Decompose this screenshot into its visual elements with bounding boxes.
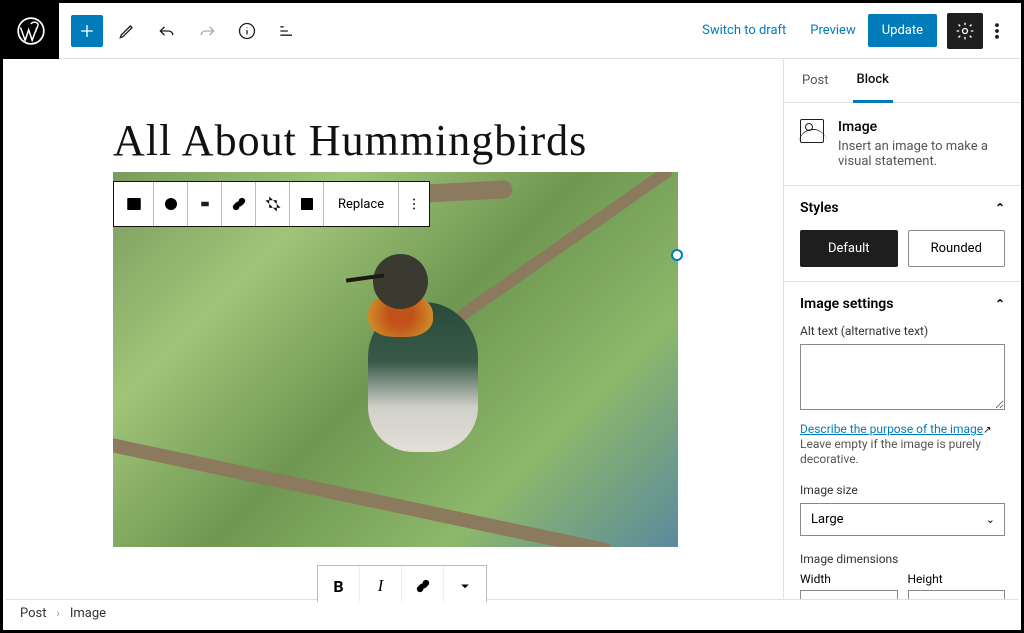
wordpress-icon [17,17,45,45]
block-type-button[interactable] [114,182,154,226]
undo-button[interactable] [151,15,183,47]
link-icon [414,577,432,595]
details-button[interactable] [231,15,263,47]
settings-button[interactable] [947,13,983,49]
post-title[interactable]: All About Hummingbirds [113,115,783,166]
crop-icon [264,195,282,213]
outline-button[interactable] [271,15,303,47]
image-size-select[interactable]: Large [800,503,1005,536]
image-icon [125,195,143,213]
align-button[interactable] [188,182,222,226]
link-button[interactable] [222,182,256,226]
align-icon [196,195,214,213]
caption-toolbar: B I [317,565,487,602]
alt-help-text: Leave empty if the image is purely decor… [800,437,981,466]
drag-icon [162,195,180,213]
switch-to-draft-button[interactable]: Switch to draft [690,15,798,46]
add-block-button[interactable] [71,15,103,47]
breadcrumb-footer: Post › Image [6,599,1018,627]
drag-handle[interactable] [154,182,188,226]
image-settings-label: Image settings [800,296,893,312]
external-link-icon: ↗ [983,425,991,436]
image-block-toolbar: Replace [113,181,430,227]
styles-section: Styles ⌃ Default Rounded [784,186,1021,282]
list-icon [277,21,297,41]
image-settings-heading[interactable]: Image settings ⌃ [800,296,1005,312]
more-vertical-icon [987,21,1007,41]
more-vertical-icon [405,195,423,213]
height-label: Height [908,572,1006,586]
describe-image-link[interactable]: Describe the purpose of the image [800,422,983,436]
editor-topbar: Switch to draft Preview Update [3,3,1021,59]
breadcrumb-post[interactable]: Post [20,606,47,621]
chevron-up-icon: ⌃ [995,297,1005,311]
editor-canvas[interactable]: All About Hummingbirds Replace [3,59,783,602]
redo-button[interactable] [191,15,223,47]
settings-sidebar: Post Block Image Insert an image to make… [783,59,1021,602]
styles-label: Styles [800,200,839,216]
block-more-button[interactable] [399,182,429,226]
image-dimensions-label: Image dimensions [800,552,1005,566]
tab-block[interactable]: Block [853,59,893,103]
image-block[interactable] [113,172,678,547]
image-icon [800,119,824,143]
text-overlay-button[interactable] [290,182,324,226]
style-rounded-button[interactable]: Rounded [908,230,1006,267]
plus-icon [77,21,97,41]
bold-button[interactable]: B [318,566,360,602]
italic-button[interactable]: I [360,566,402,602]
breadcrumb-image[interactable]: Image [70,606,106,621]
edit-mode-button[interactable] [111,15,143,47]
style-default-button[interactable]: Default [800,230,898,267]
preview-button[interactable]: Preview [798,15,867,46]
wordpress-logo[interactable] [3,3,59,59]
block-description-panel: Image Insert an image to make a visual s… [784,103,1021,186]
sidebar-tabs: Post Block [784,59,1021,103]
caption-link-button[interactable] [402,566,444,602]
styles-heading[interactable]: Styles ⌃ [800,200,1005,216]
more-options-button[interactable] [983,13,1011,49]
image-content [328,242,508,472]
undo-icon [157,21,177,41]
update-button[interactable]: Update [868,14,937,47]
replace-button[interactable]: Replace [324,182,399,226]
image-size-label: Image size [800,483,1005,497]
tab-post[interactable]: Post [798,59,833,103]
block-description: Insert an image to make a visual stateme… [838,139,1005,169]
close-icon [989,69,1007,87]
info-icon [237,21,257,41]
block-name: Image [838,119,1005,135]
alt-text-label: Alt text (alternative text) [800,324,1005,338]
width-label: Width [800,572,898,586]
gear-icon [955,21,975,41]
image-settings-section: Image settings ⌃ Alt text (alternative t… [784,282,1021,602]
close-sidebar-button[interactable] [989,69,1007,92]
chevron-down-icon [456,577,474,595]
document-toolbar [71,15,303,47]
text-over-image-icon [298,195,316,213]
link-icon [230,195,248,213]
redo-icon [197,21,217,41]
resize-handle-right[interactable] [671,249,683,261]
breadcrumb-separator: › [57,607,60,620]
editor-main: All About Hummingbirds Replace [3,59,1021,602]
crop-button[interactable] [256,182,290,226]
alt-text-input[interactable] [800,344,1005,410]
pencil-icon [117,21,137,41]
chevron-up-icon: ⌃ [995,201,1005,215]
caption-more-button[interactable] [444,566,486,602]
